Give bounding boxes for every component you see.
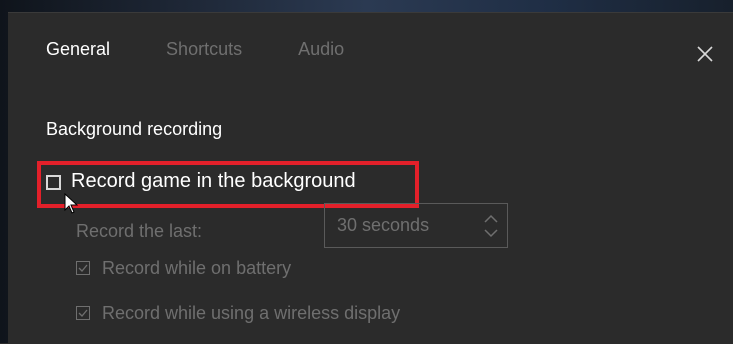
highlight-annotation: [37, 161, 419, 208]
settings-dialog: General Shortcuts Audio Background recor…: [8, 12, 733, 344]
close-icon: [697, 46, 713, 62]
up-down-chevron-icon: [484, 214, 498, 238]
record-wireless-display-label: Record while using a wireless display: [102, 302, 401, 323]
tab-general[interactable]: General: [46, 39, 110, 65]
close-button[interactable]: [696, 45, 714, 63]
record-last-label: Record the last:: [76, 221, 203, 241]
tab-audio[interactable]: Audio: [298, 39, 344, 65]
tab-shortcuts[interactable]: Shortcuts: [166, 39, 242, 65]
record-wireless-display-checkbox[interactable]: [76, 306, 90, 320]
record-on-battery-option[interactable]: Record while on battery: [76, 256, 291, 280]
checkmark-icon: [78, 309, 88, 317]
record-wireless-display-option[interactable]: Record while using a wireless display: [76, 301, 400, 325]
record-duration-value: 30 seconds: [337, 215, 430, 235]
checkmark-icon: [78, 264, 88, 272]
section-title-background-recording: Background recording: [46, 119, 223, 139]
record-duration-select[interactable]: 30 seconds: [324, 203, 508, 248]
mouse-cursor-icon: [64, 193, 79, 214]
record-on-battery-label: Record while on battery: [102, 257, 292, 278]
record-on-battery-checkbox[interactable]: [76, 261, 90, 275]
tab-bar: General Shortcuts Audio: [46, 39, 344, 65]
